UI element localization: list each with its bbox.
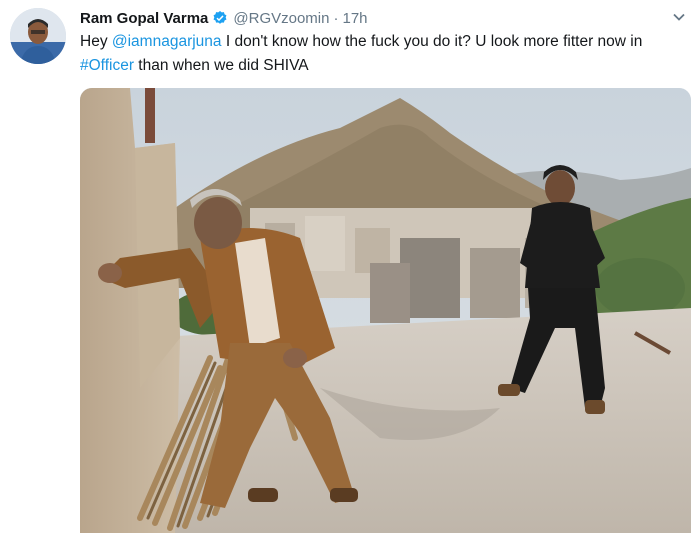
mention-link[interactable]: @iamnagarjuna xyxy=(112,33,222,50)
avatar-image xyxy=(10,8,66,64)
verified-badge-icon xyxy=(213,11,227,24)
author-name[interactable]: Ram Gopal Varma xyxy=(80,10,208,27)
tweet-text-suffix: than when we did SHIVA xyxy=(134,57,309,74)
avatar[interactable] xyxy=(10,8,66,64)
tweet-timestamp[interactable]: 17h xyxy=(342,10,367,27)
tweet-text-middle: I don't know how the fuck you do it? U l… xyxy=(221,33,643,50)
author-handle[interactable]: @RGVzoomin xyxy=(233,10,329,27)
tweet-photo[interactable] xyxy=(80,88,691,533)
chevron-down-icon[interactable] xyxy=(672,10,686,24)
tweet-text: Hey @iamnagarjuna I don't know how the f… xyxy=(80,30,690,78)
hashtag-link[interactable]: #Officer xyxy=(80,57,134,74)
photo-scene xyxy=(80,88,691,533)
tweet-header: Ram Gopal Varma @RGVzoomin · 17h xyxy=(80,8,700,28)
separator-dot: · xyxy=(333,9,339,27)
tweet-text-prefix: Hey xyxy=(80,33,112,50)
